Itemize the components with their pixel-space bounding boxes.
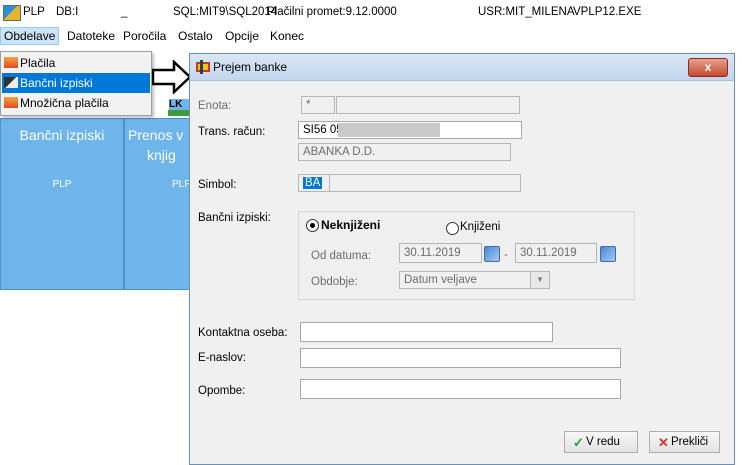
date-from-field[interactable]: 30.11.2019 (399, 243, 482, 263)
menu-item-label: Bančni izpiski (20, 76, 93, 90)
od-datuma-label: Od datuma: (311, 250, 372, 262)
placila-icon (4, 57, 18, 68)
trans-racun-value: SI56 05 (303, 124, 343, 136)
promet-label: Plačilni promet:9.12.0000 (267, 6, 397, 18)
date-separator: - (504, 249, 508, 261)
calendar-to-icon[interactable] (600, 246, 616, 262)
menu-item-bancni-izpiski[interactable]: Bančni izpiski (2, 73, 150, 93)
menu-opcije[interactable]: Opcije (225, 29, 259, 43)
radio-knjizeni[interactable] (446, 222, 459, 235)
user-label: USR:MIT_MILENA (478, 6, 575, 18)
arrow-annotation (152, 60, 192, 94)
app-name: PLP (23, 6, 45, 18)
title-separator: _ (121, 6, 128, 18)
enota-field[interactable]: * (301, 96, 335, 114)
app-icon (3, 5, 21, 21)
bancni-izpiski-icon (4, 77, 18, 88)
date-to-field[interactable]: 30.11.2019 (515, 243, 597, 263)
menu-obdelave[interactable]: Obdelave (0, 27, 60, 45)
tile-icon-code: LK (169, 99, 183, 110)
menu-bar: Obdelave Datoteke Poročila Ostalo Opcije… (0, 26, 742, 46)
cancel-button-label: Prekliči (671, 436, 709, 448)
checkmark-icon: ✓ (573, 435, 584, 450)
sql-server-label: SQL:MIT9\SQL2014 (173, 6, 278, 18)
izpiski-label: Bančni izpiski: (198, 212, 271, 224)
ok-button[interactable]: ✓ V redu (564, 431, 638, 453)
e-naslov-label: E-naslov: (198, 352, 246, 364)
obdobje-label: Obdobje: (311, 276, 358, 288)
tile-title: Bančni izpiski (19, 127, 105, 143)
exe-label: VPLP12.EXE (573, 6, 642, 18)
db-label: DB:I (56, 6, 79, 18)
kontaktna-oseba-input[interactable] (300, 322, 553, 342)
close-icon: x (704, 60, 712, 74)
cross-icon: ✕ (658, 435, 669, 450)
tile-subtitle: PLP (52, 179, 72, 190)
dialog-icon (196, 60, 210, 74)
opombe-input[interactable] (300, 379, 621, 399)
tile-bancni-izpiski[interactable]: Bančni izpiski PLP (0, 118, 124, 290)
radio-dot (310, 223, 315, 228)
calendar-from-icon[interactable] (484, 246, 500, 262)
tile-prenos[interactable]: Prenos v knjig PLP (124, 118, 194, 290)
trans-racun-label: Trans. račun: (198, 126, 266, 138)
enota-name-field (336, 96, 520, 114)
cancel-button[interactable]: ✕ Prekliči (649, 431, 720, 453)
tile-title: Prenos v (128, 127, 184, 143)
simbol-field[interactable]: BA (298, 174, 521, 192)
close-button[interactable]: x (688, 58, 728, 77)
menu-ostalo[interactable]: Ostalo (178, 29, 213, 43)
e-naslov-input[interactable] (300, 348, 621, 368)
kontaktna-oseba-label: Kontaktna oseba: (198, 327, 288, 339)
opombe-label: Opombe: (198, 385, 246, 397)
tile-title-line2: knjig (147, 147, 176, 163)
dialog-title: Prejem banke (213, 60, 288, 74)
redacted-block (338, 123, 440, 137)
radio-neknjizeni[interactable] (306, 219, 319, 232)
radio-neknjizeni-label: Neknjiženi (321, 218, 381, 232)
simbol-value: BA (303, 177, 323, 189)
ok-button-label: V redu (586, 436, 620, 448)
simbol-divider (329, 175, 330, 191)
menu-konec[interactable]: Konec (270, 29, 304, 43)
tile-icon-arrow (168, 110, 190, 116)
menu-item-label: Množična plačila (20, 96, 109, 110)
enota-label: Enota: (198, 100, 232, 112)
simbol-label: Simbol: (198, 179, 237, 191)
menu-datoteke[interactable]: Datoteke (67, 29, 115, 43)
dialog-titlebar: Prejem banke x (190, 54, 734, 81)
menu-item-label: Plačila (20, 56, 56, 70)
menu-item-mnozicna-placila[interactable]: Množična plačila (2, 93, 150, 113)
obdobje-value: Datum veljave (404, 274, 477, 286)
chevron-down-icon: ▼ (530, 272, 549, 288)
obdelave-dropdown: Plačila Bančni izpiski Množična plačila (0, 51, 152, 116)
prejem-banke-dialog: Prejem banke x Enota: * Trans. račun: SI… (189, 53, 735, 465)
obdobje-select[interactable]: Datum veljave ▼ (399, 271, 550, 289)
radio-knjizeni-label: Knjiženi (460, 221, 501, 233)
window-titlebar: PLP DB:I _ SQL:MIT9\SQL2014 Plačilni pro… (0, 0, 742, 26)
menu-item-placila[interactable]: Plačila (2, 53, 150, 73)
bank-name-field: ABANKA D.D. (298, 143, 511, 161)
mnozicna-placila-icon (4, 97, 18, 108)
menu-porocila[interactable]: Poročila (123, 29, 166, 43)
